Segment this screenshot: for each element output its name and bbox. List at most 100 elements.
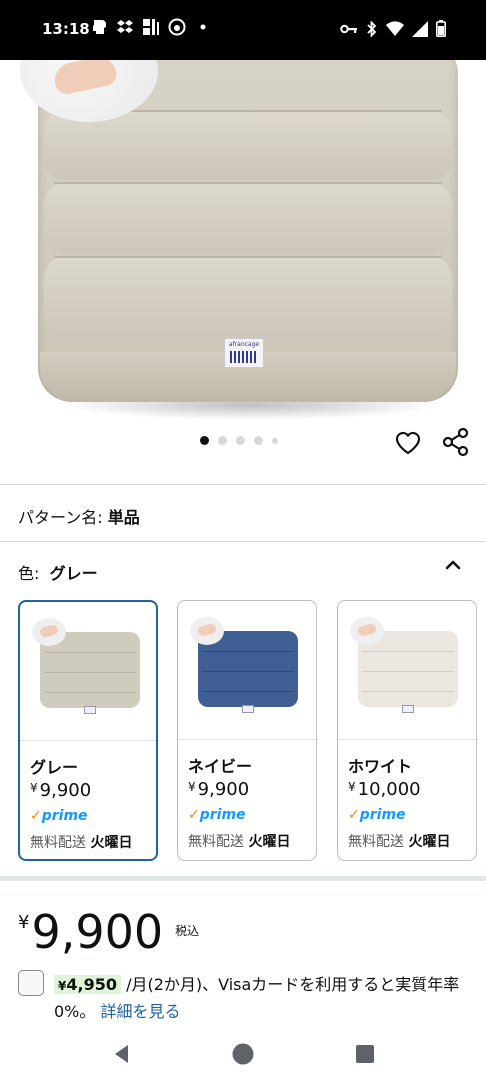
carousel-dot[interactable]: [200, 436, 209, 445]
section-separator: [0, 876, 486, 881]
brand-tag: [242, 705, 254, 713]
cushion-seam: [54, 256, 442, 258]
swatch-thumbnail: [20, 602, 156, 741]
system-nav-bar: [0, 1030, 486, 1080]
swatch-seam: [362, 671, 454, 672]
cushion-band: [44, 182, 452, 254]
swatch-seam: [202, 651, 294, 652]
color-swatch-white[interactable]: ホワイト ¥10,000 ✓prime 無料配送 火曜日: [337, 600, 477, 861]
prime-badge: ✓prime: [348, 807, 406, 823]
shipping-day: 火曜日: [248, 834, 291, 850]
pattern-selector: パターン名: 単品: [18, 504, 140, 528]
prime-badge: ✓prime: [188, 807, 246, 823]
shipping-prefix: 無料配送: [30, 835, 86, 851]
prime-label: prime: [41, 808, 88, 824]
home-button[interactable]: [231, 1042, 255, 1066]
installment-offer: ¥4,950 /月(2か月)、Visaカードを利用すると実質年率0%。 詳細を見…: [54, 972, 464, 1025]
yen-symbol: ¥: [348, 780, 356, 794]
swatch-thumbnail: [178, 601, 316, 740]
swatch-seam: [44, 652, 136, 653]
cushion-band: [44, 256, 452, 336]
prime-check-icon: ✓: [348, 807, 360, 823]
wifi-icon: [386, 20, 404, 36]
installment-amount-value: 4,950: [66, 975, 117, 994]
hand-press-inset: [32, 618, 66, 646]
shipping-prefix: 無料配送: [348, 834, 404, 850]
swatch-price-value: 9,900: [197, 779, 250, 800]
back-button[interactable]: [110, 1042, 134, 1066]
color-value: グレー: [49, 564, 98, 583]
carousel-dots: [200, 436, 278, 445]
pattern-label: パターン名:: [18, 508, 103, 527]
divider: [0, 484, 486, 485]
home-icon: [232, 1043, 254, 1065]
shipping-day: 火曜日: [408, 834, 451, 850]
pattern-value: 単品: [107, 508, 140, 527]
key-icon: [340, 24, 357, 33]
status-left-icons: [90, 18, 212, 36]
prime-label: prime: [199, 807, 246, 823]
swatch-seam: [362, 691, 454, 692]
cushion-seam: [54, 182, 442, 184]
yen-symbol: ¥: [188, 780, 196, 794]
swatch-price-value: 9,900: [39, 780, 92, 801]
color-label: 色:: [18, 564, 40, 583]
signal-icon: [412, 20, 428, 37]
face-icon: [90, 18, 108, 36]
swatch-seam: [44, 692, 136, 693]
carousel-dot[interactable]: [236, 436, 245, 445]
swatch-price: ¥10,000: [348, 779, 421, 800]
color-selector: 色: グレー: [18, 560, 98, 584]
yen-symbol: ¥: [30, 781, 38, 795]
swatch-price: ¥9,900: [188, 779, 249, 800]
swatch-name: ホワイト: [348, 757, 413, 776]
hand-icon: [51, 60, 119, 97]
brand-tag: [402, 705, 414, 713]
chevron-up-icon: [445, 560, 461, 570]
recents-button[interactable]: [353, 1042, 377, 1066]
tax-included-label: 税込: [175, 924, 200, 938]
swatch-seam: [202, 691, 294, 692]
bluetooth-icon: [367, 20, 377, 37]
share-button[interactable]: [440, 426, 472, 458]
barcode-icon: [142, 18, 160, 36]
shipping-info: 無料配送 火曜日: [348, 831, 450, 851]
dot-icon: [194, 18, 212, 36]
wishlist-button[interactable]: [392, 426, 424, 458]
swatch-name: ネイビー: [188, 757, 253, 776]
prime-badge: ✓prime: [30, 808, 88, 824]
details-link[interactable]: 詳細を見る: [100, 1002, 180, 1021]
carousel-dot[interactable]: [254, 436, 263, 445]
color-swatch-navy[interactable]: ネイビー ¥9,900 ✓prime 無料配送 火曜日: [177, 600, 317, 861]
swatch-price: ¥9,900: [30, 780, 91, 801]
divider: [0, 541, 486, 542]
heart-icon: [395, 431, 421, 455]
carousel-dot[interactable]: [272, 437, 278, 444]
brand-tag-text: afrancage: [228, 341, 260, 348]
installment-checkbox[interactable]: [18, 970, 44, 996]
battery-icon: [436, 20, 446, 37]
chrome-icon: [168, 18, 186, 36]
prime-check-icon: ✓: [30, 808, 42, 824]
status-right-icons: [340, 20, 446, 37]
price-yen-symbol: ¥: [18, 912, 30, 933]
carousel-dot[interactable]: [218, 436, 227, 445]
shipping-day: 火曜日: [90, 835, 133, 851]
collapse-colors-button[interactable]: [440, 552, 466, 578]
prime-label: prime: [359, 807, 406, 823]
back-icon: [115, 1045, 128, 1063]
shipping-prefix: 無料配送: [188, 834, 244, 850]
brand-tag: afrancage: [224, 338, 264, 368]
prime-check-icon: ✓: [188, 807, 200, 823]
swatch-seam: [362, 651, 454, 652]
status-time: 13:18: [42, 20, 90, 38]
product-image[interactable]: afrancage: [0, 60, 486, 460]
swatch-name: グレー: [30, 758, 79, 777]
brand-tag: [84, 706, 96, 714]
hand-press-inset: [350, 617, 384, 645]
swatch-seam: [202, 671, 294, 672]
brand-tag-pattern: [230, 351, 258, 363]
status-bar: 13:18: [0, 0, 486, 60]
swatch-price-value: 10,000: [357, 779, 421, 800]
color-swatch-gray[interactable]: グレー ¥9,900 ✓prime 無料配送 火曜日: [18, 600, 158, 861]
